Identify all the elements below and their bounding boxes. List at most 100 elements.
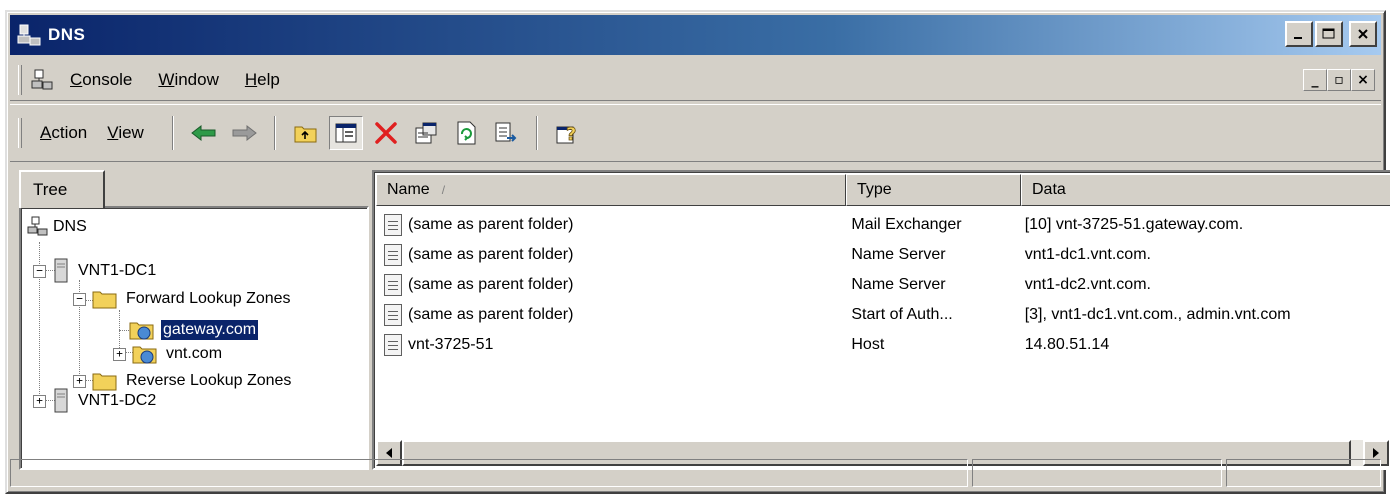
column-header-type[interactable]: Type (846, 174, 1021, 206)
mdi-minimize-button[interactable]: _ (1303, 69, 1327, 91)
table-row[interactable]: vnt-3725-51 Host 14.80.51.14 (376, 330, 1390, 360)
tree-node-label-selected: gateway.com (159, 319, 260, 341)
record-data: [3], vnt1-dc1.vnt.com., admin.vnt.com (1024, 306, 1291, 323)
mdi-buttons: _ ▫ × (1303, 69, 1375, 91)
column-header-name[interactable]: Name / (376, 174, 846, 206)
tree-node-vnt1-dc2[interactable]: + VNT1-DC2 (33, 388, 158, 414)
dns-app-icon (16, 22, 42, 48)
collapse-toggle[interactable]: − (73, 292, 86, 306)
svg-text:?: ? (566, 124, 576, 145)
minimize-icon (1294, 37, 1302, 39)
refresh-button[interactable] (449, 116, 483, 150)
console-tree[interactable]: DNS − VNT1-DC1 − Forward Lookup Zones ga… (19, 206, 369, 470)
menu-help[interactable]: Help (245, 70, 280, 90)
delete-button[interactable] (369, 116, 403, 150)
show-hide-tree-button[interactable] (328, 116, 363, 150)
forward-arrow-icon (232, 124, 257, 142)
dns-root-icon (27, 216, 48, 236)
tree-pane: Tree DNS − VNT1-DC1 − Forward Lookup Zon… (19, 170, 369, 470)
table-row[interactable]: (same as parent folder) Name Server vnt1… (376, 240, 1390, 270)
help-button[interactable]: ? (551, 116, 585, 150)
sort-indicator-icon: / (441, 183, 446, 197)
records-list[interactable]: Name / Type Data (same as parent folder) … (372, 170, 1390, 470)
collapse-toggle[interactable]: − (33, 264, 46, 278)
expand-toggle[interactable]: + (73, 374, 86, 388)
menu-grip[interactable] (18, 64, 22, 95)
zone-icon (129, 322, 154, 340)
minimize-button[interactable] (1285, 21, 1313, 47)
expand-toggle[interactable]: + (113, 347, 126, 361)
back-arrow-icon (191, 124, 216, 142)
forward-button[interactable] (227, 116, 261, 150)
tree-node-gateway-com[interactable]: gateway.com (129, 318, 260, 342)
window-title: DNS (48, 25, 86, 44)
maximize-button[interactable] (1315, 21, 1343, 47)
record-icon (384, 214, 402, 236)
toolbar-separator (535, 116, 538, 150)
record-name: (same as parent folder) (408, 276, 574, 293)
export-list-icon (495, 122, 517, 142)
column-header-label: Data (1032, 181, 1066, 198)
view-label: iew (118, 123, 144, 142)
menu-window-mnemonic: W (158, 69, 175, 89)
folder-up-icon (294, 126, 317, 143)
column-headers: Name / Type Data (376, 174, 1390, 206)
column-header-label: Name (387, 181, 430, 198)
properties-button[interactable] (409, 116, 443, 150)
record-icon (384, 244, 402, 266)
title-bar[interactable]: DNS (10, 15, 1381, 55)
toolbar-grip[interactable] (18, 118, 22, 148)
column-header-data[interactable]: Data (1021, 174, 1390, 206)
mdi-restore-button[interactable]: ▫ (1327, 69, 1351, 91)
server-icon (54, 388, 68, 413)
tree-node-dns[interactable]: DNS (27, 216, 89, 238)
mdi-close-button[interactable]: × (1351, 69, 1375, 91)
refresh-icon (457, 121, 476, 145)
help-icon: ? (556, 124, 577, 145)
tree-node-forward-lookup-zones[interactable]: − Forward Lookup Zones (73, 288, 293, 310)
console-tree-icon (335, 123, 357, 143)
record-name: (same as parent folder) (408, 216, 574, 233)
view-mnemonic: V (107, 123, 119, 142)
record-type: Name Server (851, 246, 946, 263)
status-panel-tertiary (1226, 459, 1381, 487)
dns-window: DNS Console Window Help _ ▫ × Action Vie… (5, 10, 1390, 494)
record-data: 14.80.51.14 (1024, 336, 1110, 353)
view-menu[interactable]: View (107, 123, 144, 143)
tree-node-label: vnt.com (166, 345, 223, 362)
record-icon (384, 304, 402, 326)
toolbar-separator (171, 116, 174, 150)
record-type: Host (851, 336, 885, 353)
folder-icon (92, 291, 117, 309)
table-row[interactable]: (same as parent folder) Name Server vnt1… (376, 270, 1390, 300)
status-panel-main (10, 459, 968, 487)
tree-node-label: DNS (53, 218, 87, 235)
toolbar: Action View ? (10, 104, 1381, 162)
record-type: Name Server (851, 276, 946, 293)
menu-console-label: onsole (82, 69, 133, 89)
tree-tab[interactable]: Tree (19, 170, 105, 208)
action-label: ction (51, 123, 88, 142)
close-icon (1358, 29, 1368, 39)
action-menu[interactable]: Action (40, 123, 87, 143)
close-button[interactable] (1349, 21, 1377, 47)
server-icon (54, 258, 68, 283)
back-button[interactable] (187, 116, 221, 150)
up-one-level-button[interactable] (289, 116, 323, 150)
tree-node-vnt1-dc1[interactable]: − VNT1-DC1 (33, 258, 158, 284)
arrow-left-icon (386, 448, 392, 458)
expand-toggle[interactable]: + (33, 394, 46, 408)
record-data: [10] vnt-3725-51.gateway.com. (1024, 216, 1244, 233)
menu-console-mnemonic: C (70, 69, 83, 89)
menu-window-label: indow (174, 69, 219, 89)
console-icon (30, 68, 54, 92)
record-type: Mail Exchanger (851, 216, 962, 233)
export-list-button[interactable] (489, 116, 523, 150)
toolbar-separator (273, 116, 276, 150)
tree-node-vnt-com[interactable]: + vnt.com (113, 342, 224, 366)
menu-window[interactable]: Window (158, 70, 218, 90)
menu-console[interactable]: Console (70, 70, 132, 90)
table-row[interactable]: (same as parent folder) Mail Exchanger [… (376, 210, 1390, 240)
table-row[interactable]: (same as parent folder) Start of Auth...… (376, 300, 1390, 330)
tree-tab-label: Tree (33, 180, 68, 199)
